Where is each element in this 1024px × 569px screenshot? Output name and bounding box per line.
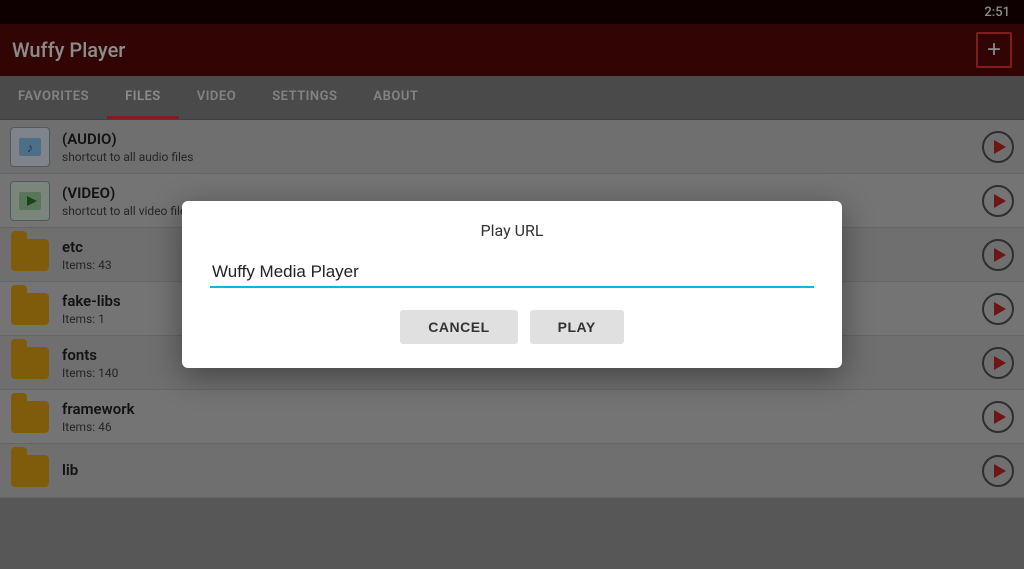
- play-button[interactable]: PLAY: [530, 310, 624, 344]
- play-url-dialog: Play URL CANCEL PLAY: [182, 201, 842, 368]
- dialog-actions: CANCEL PLAY: [210, 310, 814, 344]
- cancel-button[interactable]: CANCEL: [400, 310, 517, 344]
- overlay: Play URL CANCEL PLAY: [0, 0, 1024, 569]
- dialog-title: Play URL: [210, 221, 814, 240]
- url-input[interactable]: [210, 258, 814, 288]
